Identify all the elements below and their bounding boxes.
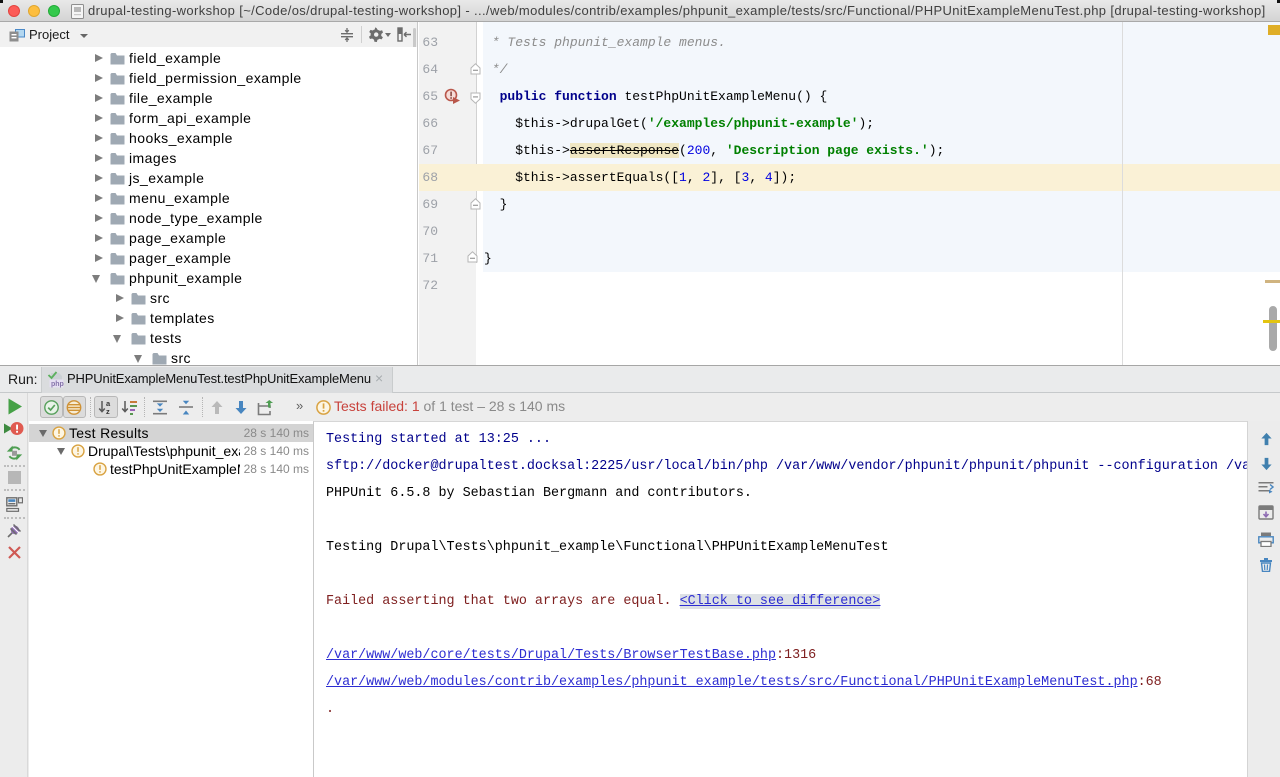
svg-text:z: z	[106, 407, 110, 416]
svg-text:php: php	[51, 381, 64, 388]
